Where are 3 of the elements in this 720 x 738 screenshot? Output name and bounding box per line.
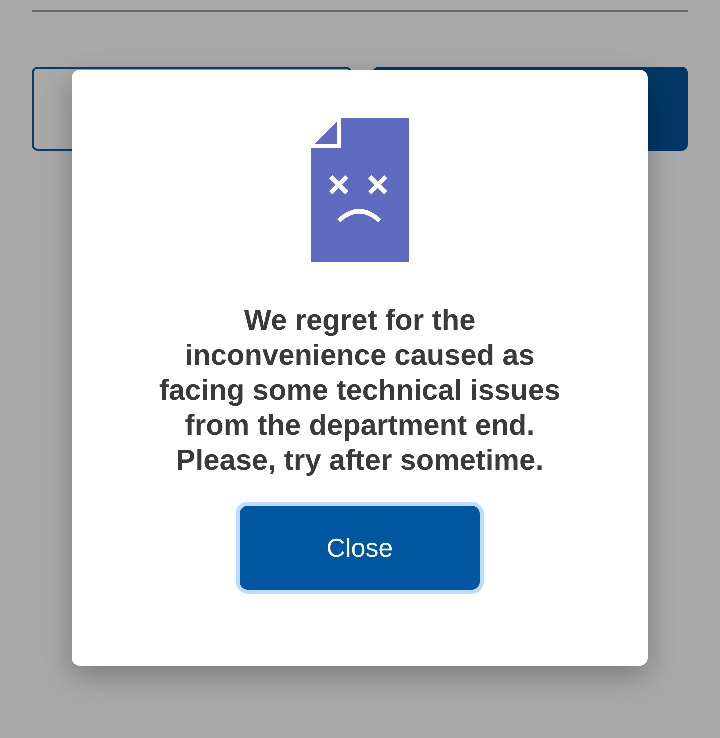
sad-document-icon <box>311 118 409 262</box>
error-message: We regret for the inconvenience caused as facing some technical issues from the department end. Please, try after sometime. <box>158 304 562 479</box>
close-button[interactable]: Close <box>240 506 480 590</box>
